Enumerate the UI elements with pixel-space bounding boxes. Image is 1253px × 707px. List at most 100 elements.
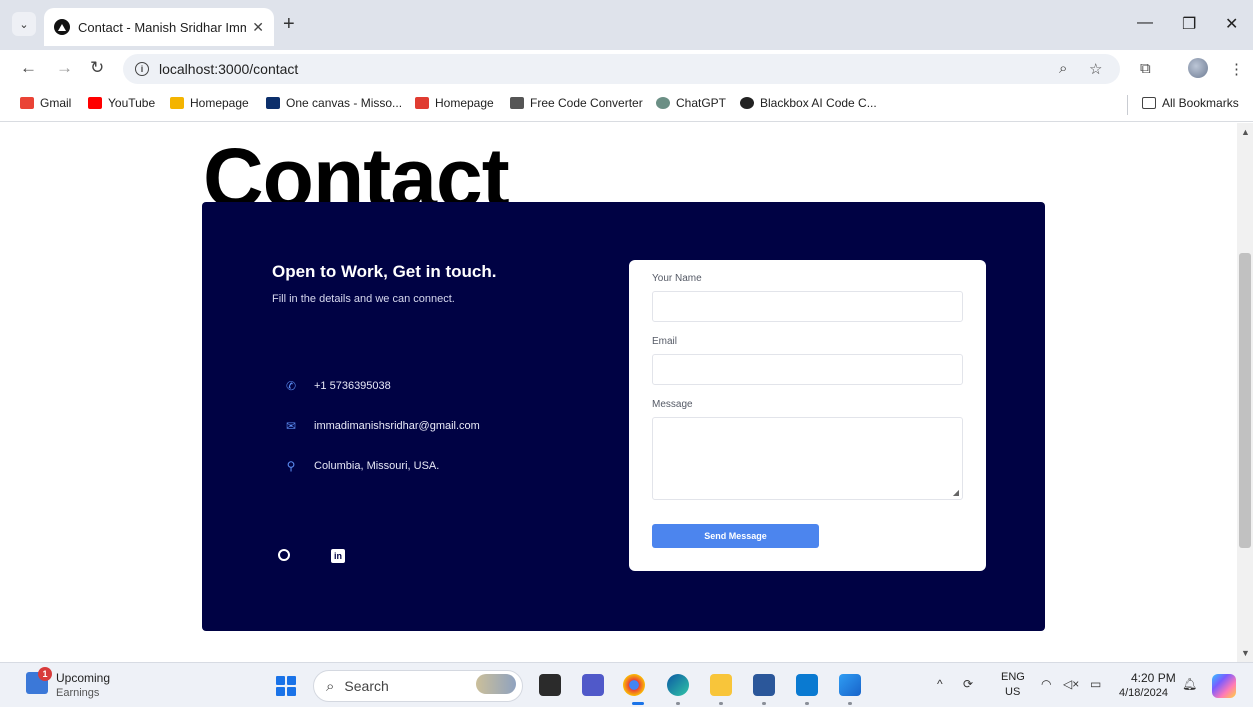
message-label: Message bbox=[652, 399, 693, 410]
chatgpt-icon bbox=[656, 97, 670, 109]
battery-icon[interactable]: ▭ bbox=[1090, 677, 1101, 691]
clock-time[interactable]: 4:20 PM bbox=[1131, 671, 1176, 685]
minimize-button[interactable]: — bbox=[1137, 14, 1153, 32]
running-indicator bbox=[762, 702, 766, 705]
site-favicon-icon bbox=[54, 19, 70, 35]
widget-subtitle[interactable]: Earnings bbox=[56, 687, 99, 699]
name-field[interactable] bbox=[652, 291, 963, 322]
phone-text: +1 5736395038 bbox=[314, 380, 391, 392]
file-explorer-icon[interactable] bbox=[710, 674, 732, 696]
email-field[interactable] bbox=[652, 354, 963, 385]
homepage-icon bbox=[170, 97, 184, 109]
scroll-down-icon[interactable]: ▼ bbox=[1241, 648, 1250, 658]
chevron-up-icon[interactable]: ^ bbox=[937, 677, 943, 691]
bookmark-label: ChatGPT bbox=[676, 96, 727, 110]
back-button[interactable]: ← bbox=[20, 58, 37, 78]
page-viewport: Contact Open to Work, Get in touch. Fill… bbox=[0, 123, 1237, 662]
bookmarks-divider bbox=[1127, 95, 1128, 115]
sync-icon[interactable]: ⟳ bbox=[963, 677, 973, 691]
page-scrollbar[interactable]: ▲ ▼ bbox=[1237, 123, 1253, 662]
teams-icon[interactable] bbox=[582, 674, 604, 696]
name-label: Your Name bbox=[652, 273, 702, 284]
chrome-icon[interactable] bbox=[623, 674, 645, 696]
send-message-button[interactable]: Send Message bbox=[652, 524, 819, 548]
site-info-icon[interactable]: i bbox=[135, 62, 149, 76]
search-placeholder: Search bbox=[344, 678, 389, 694]
zoom-icon[interactable]: ⌕ bbox=[1059, 60, 1067, 77]
card-subtitle: Fill in the details and we can connect. bbox=[272, 293, 455, 305]
language-code[interactable]: ENG bbox=[1001, 671, 1025, 683]
search-icon: ⌕ bbox=[326, 677, 335, 695]
tab-search-dropdown[interactable]: ⌄ bbox=[12, 12, 36, 36]
close-icon[interactable]: ✕ bbox=[252, 19, 264, 36]
start-icon[interactable] bbox=[276, 676, 296, 696]
photos-icon[interactable] bbox=[839, 674, 861, 696]
profile-avatar[interactable] bbox=[1188, 58, 1208, 78]
edge-icon[interactable] bbox=[667, 674, 689, 696]
notification-badge: 1 bbox=[38, 667, 52, 681]
bookmark-star-icon[interactable]: ☆ bbox=[1089, 60, 1102, 78]
contact-card: Open to Work, Get in touch. Fill in the … bbox=[202, 202, 1045, 631]
address-bar[interactable]: i localhost:3000/contact bbox=[123, 54, 1120, 84]
mail-icon: ✉ bbox=[285, 419, 297, 433]
card-title: Open to Work, Get in touch. bbox=[272, 262, 497, 281]
bookmark-blackbox[interactable]: Blackbox AI Code C... bbox=[740, 96, 877, 110]
running-indicator bbox=[719, 702, 723, 705]
running-indicator bbox=[848, 702, 852, 705]
homepage-icon bbox=[415, 97, 429, 109]
resize-handle-icon[interactable]: ◢ bbox=[953, 488, 959, 497]
menu-icon[interactable]: ⋮ bbox=[1229, 60, 1244, 78]
copilot-icon[interactable] bbox=[1212, 674, 1236, 698]
linkedin-icon[interactable]: in bbox=[331, 549, 345, 563]
bookmark-chatgpt[interactable]: ChatGPT bbox=[656, 96, 726, 110]
bookmark-homepage-2[interactable]: Homepage bbox=[415, 96, 494, 110]
word-icon[interactable] bbox=[753, 674, 775, 696]
email-label: Email bbox=[652, 336, 678, 347]
bookmark-gmail[interactable]: Gmail bbox=[20, 96, 71, 110]
bookmark-homepage-1[interactable]: Homepage bbox=[170, 96, 249, 110]
clock-date[interactable]: 4/18/2024 bbox=[1119, 687, 1168, 699]
reload-button[interactable]: ↻ bbox=[90, 58, 104, 78]
task-view-icon[interactable] bbox=[539, 674, 561, 696]
phone-icon: ✆ bbox=[285, 379, 297, 393]
bookmark-youtube[interactable]: YouTube bbox=[88, 96, 155, 110]
window-close-button[interactable]: ✕ bbox=[1225, 14, 1238, 34]
url-text: localhost:3000/contact bbox=[159, 61, 299, 77]
contact-form: Your Name Email Message ◢ Send Message bbox=[629, 260, 986, 571]
youtube-icon bbox=[88, 97, 102, 109]
vscode-icon[interactable] bbox=[796, 674, 818, 696]
github-icon[interactable] bbox=[278, 549, 290, 561]
bookmark-label: Free Code Converter bbox=[530, 96, 643, 110]
tab-strip: ⌄ Contact - Manish Sridhar Imm… ✕ + — ❐ … bbox=[0, 0, 1253, 50]
running-indicator bbox=[676, 702, 680, 705]
pin-icon: ⚲ bbox=[286, 459, 296, 473]
bookmark-label: Homepage bbox=[190, 96, 249, 110]
tab-contact[interactable]: Contact - Manish Sridhar Imm… ✕ bbox=[44, 8, 274, 46]
scroll-up-icon[interactable]: ▲ bbox=[1241, 127, 1250, 137]
contact-location: ⚲ Columbia, Missouri, USA. bbox=[284, 459, 440, 473]
bookmark-label: One canvas - Misso... bbox=[286, 96, 403, 110]
scroll-thumb[interactable] bbox=[1239, 253, 1251, 548]
all-bookmarks[interactable]: All Bookmarks bbox=[1142, 96, 1239, 110]
widget-title[interactable]: Upcoming bbox=[56, 671, 110, 685]
bookmark-one-canvas[interactable]: One canvas - Misso... bbox=[266, 96, 402, 110]
language-region[interactable]: US bbox=[1005, 686, 1020, 698]
forward-button[interactable]: → bbox=[56, 58, 73, 78]
contact-email: ✉ immadimanishsridhar@gmail.com bbox=[284, 419, 480, 433]
restore-button[interactable]: ❐ bbox=[1182, 14, 1196, 34]
running-indicator bbox=[805, 702, 809, 705]
new-tab-button[interactable]: + bbox=[283, 14, 295, 34]
volume-muted-icon[interactable]: ◁× bbox=[1063, 677, 1079, 691]
bell-icon[interactable]: 🔔︎ bbox=[1182, 677, 1197, 691]
folder-icon bbox=[1142, 97, 1156, 109]
bookmark-label: Gmail bbox=[40, 96, 72, 110]
search-highlight-icon[interactable] bbox=[476, 674, 516, 694]
extensions-icon[interactable]: ⧉ bbox=[1140, 60, 1151, 77]
wifi-icon[interactable]: ◠ bbox=[1041, 677, 1051, 691]
bookmark-free-code-converter[interactable]: Free Code Converter bbox=[510, 96, 643, 110]
tab-title: Contact - Manish Sridhar Imm… bbox=[78, 19, 247, 35]
all-bookmarks-label: All Bookmarks bbox=[1162, 96, 1239, 110]
canvas-icon bbox=[266, 97, 280, 109]
message-field[interactable]: ◢ bbox=[652, 417, 963, 500]
taskbar: 1 Upcoming Earnings ⌕ Search ^ ⟳ ENG US … bbox=[0, 662, 1253, 707]
